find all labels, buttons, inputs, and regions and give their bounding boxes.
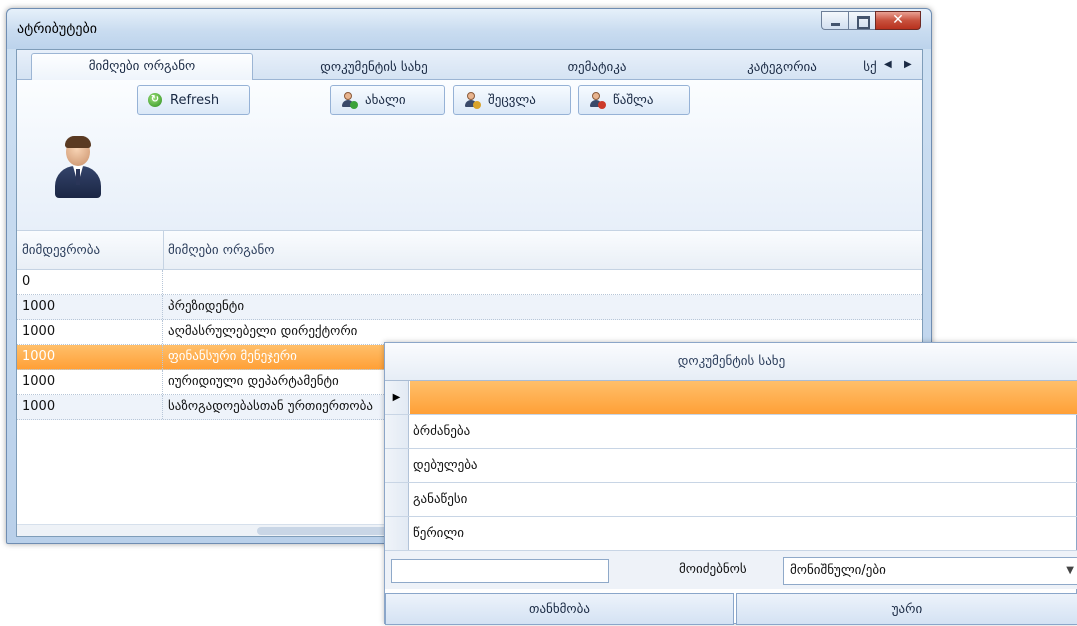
row-indicator-icon: ▶ <box>385 381 409 414</box>
tab-scroll-left-icon[interactable]: ◀ <box>884 59 892 70</box>
popup-list-item[interactable]: დებულება <box>385 449 1077 483</box>
popup-list-item[interactable]: განაწესი <box>385 483 1077 517</box>
tab-receiving-body[interactable]: მიმღები ორგანო <box>31 53 253 81</box>
column-header-receiving-body[interactable]: მიმღები ორგანო <box>163 231 922 271</box>
search-scope-value: მონიშნული/ები <box>790 563 886 578</box>
delete-user-icon <box>589 92 606 109</box>
column-header-order[interactable]: მიმდევრობა <box>17 231 163 271</box>
search-input[interactable] <box>391 559 609 583</box>
popup-item-label: ბრძანება <box>413 424 471 439</box>
popup-item-label: განაწესი <box>413 492 468 507</box>
popup-item-label: წერილი <box>413 526 464 541</box>
delete-button[interactable]: წაშლა <box>578 85 690 115</box>
table-row[interactable]: 1000 პრეზიდენტი <box>17 295 922 320</box>
user-avatar-icon <box>53 136 103 200</box>
window-controls: ✕ <box>821 11 921 30</box>
new-label: ახალი <box>365 92 406 108</box>
minimize-button[interactable] <box>821 11 848 30</box>
refresh-icon: ↻ <box>148 93 162 107</box>
close-button[interactable]: ✕ <box>875 11 921 30</box>
edit-button[interactable]: შეცვლა <box>453 85 571 115</box>
tab-overflow[interactable]: სქ <box>855 55 885 80</box>
cell-order: 1000 <box>17 320 163 344</box>
popup-list-item[interactable]: წერილი <box>385 517 1077 551</box>
cell-name: აღმასრულებელი დირექტორი <box>168 324 358 339</box>
ok-button[interactable]: თანხმობა <box>385 593 734 625</box>
chevron-down-icon: ▼ <box>1066 565 1074 576</box>
tab-thematics[interactable]: თემატიკა <box>537 55 657 80</box>
search-scope-select[interactable]: მონიშნული/ები ▼ <box>783 557 1077 585</box>
add-user-icon <box>341 92 358 109</box>
cell-order: 1000 <box>17 395 163 419</box>
delete-label: წაშლა <box>613 92 654 108</box>
tab-category[interactable]: კატეგორია <box>722 55 842 80</box>
cell-order: 0 <box>17 270 163 294</box>
cell-order: 1000 <box>17 370 163 394</box>
cell-name: პრეზიდენტი <box>168 299 245 314</box>
popup-list-item-selected[interactable]: ▶ <box>385 381 1077 415</box>
refresh-label: Refresh <box>170 92 220 108</box>
tab-scroll-right-icon[interactable]: ▶ <box>904 59 912 70</box>
cell-order: 1000 <box>17 295 163 319</box>
close-icon: ✕ <box>892 12 904 28</box>
window-title: ატრიბუტები <box>17 21 97 37</box>
tab-document-type[interactable]: დოკუმენტის სახე <box>289 55 459 80</box>
tab-strip: მიმღები ორგანო დოკუმენტის სახე თემატიკა … <box>17 50 922 81</box>
popup-column-header[interactable]: დოკუმენტის სახე <box>385 343 1077 381</box>
refresh-button[interactable]: ↻ Refresh <box>137 85 250 115</box>
table-row[interactable]: 0 <box>17 270 922 295</box>
cell-order: 1000 <box>17 345 163 369</box>
cancel-button[interactable]: უარი <box>736 593 1077 625</box>
search-label: მოიძებნოს <box>679 562 747 577</box>
document-type-lookup-popup: დოკუმენტის სახე ▶ ბრძანება დებულება განა… <box>384 342 1077 625</box>
edit-label: შეცვლა <box>488 92 536 108</box>
popup-item-label: დებულება <box>413 458 478 473</box>
edit-user-icon <box>464 92 481 109</box>
popup-search-bar: მოიძებნოს მონიშნული/ები ▼ <box>385 551 1077 589</box>
popup-list-item[interactable]: ბრძანება <box>385 415 1077 449</box>
toolbar-panel: ↻ Refresh ახალი შეცვლა წაშლა <box>17 80 922 230</box>
grid-header: მიმდევრობა მიმღები ორგანო <box>17 230 922 271</box>
new-button[interactable]: ახალი <box>330 85 445 115</box>
cell-name <box>163 270 922 294</box>
maximize-button[interactable] <box>848 11 875 30</box>
title-bar[interactable]: ატრიბუტები ✕ <box>7 9 931 49</box>
